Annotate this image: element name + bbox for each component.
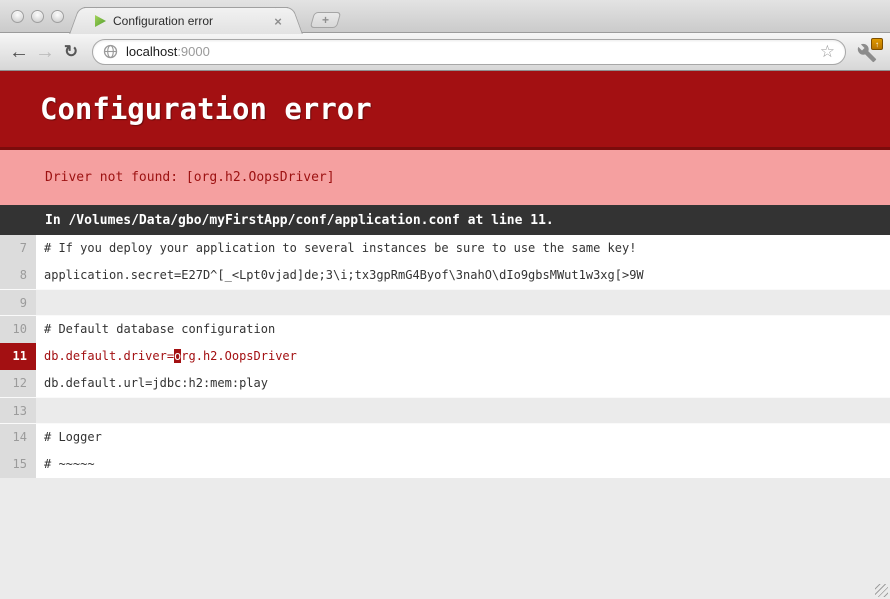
window-controls bbox=[11, 10, 64, 23]
address-bar[interactable]: localhost:9000 ☆ bbox=[92, 39, 846, 65]
page-title: Configuration error bbox=[40, 92, 372, 126]
line-number: 13 bbox=[0, 398, 36, 423]
line-number: 10 bbox=[0, 316, 36, 343]
browser-toolbar: ← → ↻ localhost:9000 ☆ ↑ bbox=[0, 33, 890, 71]
code-line-14: 14# Logger bbox=[0, 424, 890, 451]
url-host: localhost bbox=[126, 44, 177, 59]
line-number: 7 bbox=[0, 235, 36, 262]
plus-icon: + bbox=[322, 14, 329, 26]
line-code: db.default.driver=org.h2.OopsDriver bbox=[36, 343, 890, 370]
line-number: 15 bbox=[0, 451, 36, 478]
line-code: db.default.url=jdbc:h2:mem:play bbox=[36, 370, 890, 397]
new-tab-button[interactable]: + bbox=[310, 12, 342, 28]
page-footer bbox=[0, 478, 890, 599]
update-badge-icon: ↑ bbox=[871, 38, 883, 50]
line-code: # Logger bbox=[36, 424, 890, 451]
code-line-15: 15# ~~~~~ bbox=[0, 451, 890, 478]
tab-close-icon[interactable]: × bbox=[270, 14, 286, 29]
window-minimize-button[interactable] bbox=[31, 10, 44, 23]
line-code bbox=[36, 290, 890, 315]
line-number: 9 bbox=[0, 290, 36, 315]
line-number: 11 bbox=[0, 343, 36, 370]
source-listing: 7# If you deploy your application to sev… bbox=[0, 235, 890, 478]
url-port: :9000 bbox=[177, 44, 210, 59]
window-zoom-button[interactable] bbox=[51, 10, 64, 23]
line-code bbox=[36, 398, 890, 423]
error-header: Configuration error bbox=[0, 71, 890, 150]
line-number: 8 bbox=[0, 262, 36, 289]
error-location: In /Volumes/Data/gbo/myFirstApp/conf/app… bbox=[45, 213, 554, 228]
browser-tab[interactable]: Configuration error × bbox=[84, 7, 288, 34]
code-line-9: 9 bbox=[0, 289, 890, 316]
window-close-button[interactable] bbox=[11, 10, 24, 23]
error-message-banner: Driver not found: [org.h2.OopsDriver] bbox=[0, 150, 890, 205]
line-code: # ~~~~~ bbox=[36, 451, 890, 478]
code-line-8: 8application.secret=E27D^[_<Lpt0vjad]de;… bbox=[0, 262, 890, 289]
line-number: 14 bbox=[0, 424, 36, 451]
page-viewport: Configuration error Driver not found: [o… bbox=[0, 71, 890, 599]
error-message: Driver not found: [org.h2.OopsDriver] bbox=[45, 170, 335, 185]
browser-menu-button[interactable]: ↑ bbox=[856, 40, 880, 64]
globe-icon bbox=[103, 44, 118, 59]
code-line-12: 12db.default.url=jdbc:h2:mem:play bbox=[0, 370, 890, 397]
code-line-13: 13 bbox=[0, 397, 890, 424]
error-location-bar: In /Volumes/Data/gbo/myFirstApp/conf/app… bbox=[0, 205, 890, 235]
code-line-7: 7# If you deploy your application to sev… bbox=[0, 235, 890, 262]
code-line-10: 10# Default database configuration bbox=[0, 316, 890, 343]
tab-strip: Configuration error × + bbox=[0, 0, 890, 33]
resize-grip[interactable] bbox=[875, 584, 888, 597]
browser-window: Configuration error × + ← → ↻ localhost:… bbox=[0, 0, 890, 599]
reload-button[interactable]: ↻ bbox=[58, 43, 84, 60]
line-code: application.secret=E27D^[_<Lpt0vjad]de;3… bbox=[36, 262, 890, 289]
url-text[interactable]: localhost:9000 bbox=[126, 44, 210, 59]
back-button[interactable]: ← bbox=[6, 42, 32, 62]
tab-title: Configuration error bbox=[113, 14, 264, 28]
forward-button[interactable]: → bbox=[32, 42, 58, 62]
line-code: # If you deploy your application to seve… bbox=[36, 235, 890, 262]
bookmark-star-icon[interactable]: ☆ bbox=[820, 43, 835, 60]
code-line-11: 11db.default.driver=org.h2.OopsDriver bbox=[0, 343, 890, 370]
play-framework-favicon-icon bbox=[94, 14, 107, 28]
line-number: 12 bbox=[0, 370, 36, 397]
line-code: # Default database configuration bbox=[36, 316, 890, 343]
